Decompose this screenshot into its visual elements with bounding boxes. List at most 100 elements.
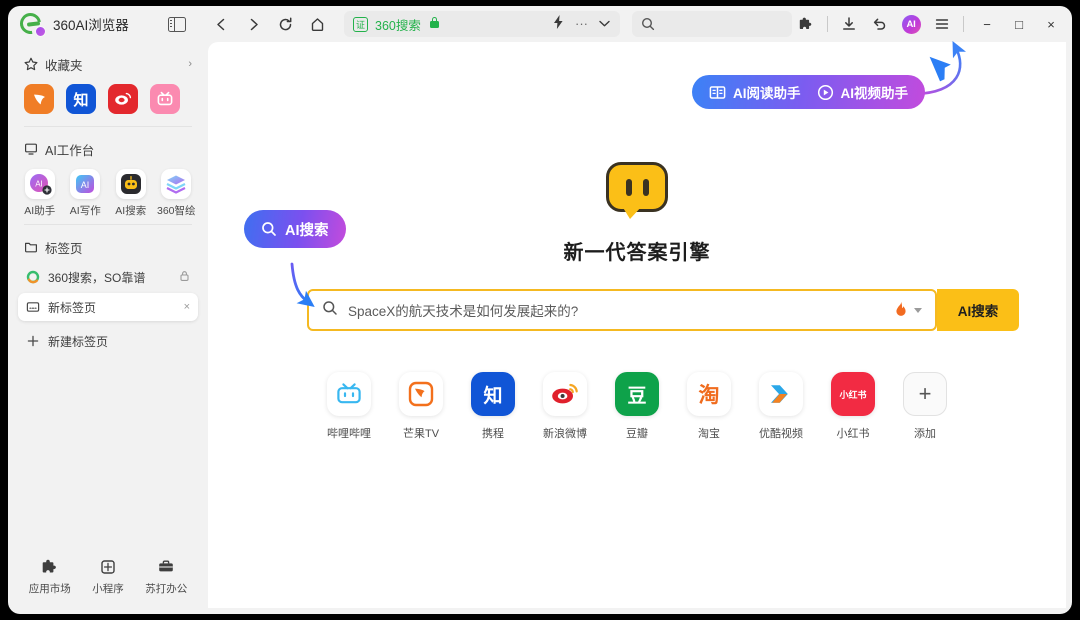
tab-close-icon[interactable]: × — [184, 301, 190, 313]
workbench-item-ai-search[interactable]: AI搜索 — [111, 169, 151, 218]
tab-item-label: 新标签页 — [48, 300, 97, 315]
shortcut-bilibili[interactable]: 哔哩哔哩 — [324, 372, 374, 441]
briefcase-icon — [159, 560, 174, 572]
downloads-icon[interactable] — [835, 10, 863, 38]
sidebar-toggle-icon[interactable] — [168, 16, 186, 32]
workbench-title: AI工作台 — [45, 143, 95, 158]
address-site-label: 360搜索 — [375, 18, 421, 33]
minimize-button[interactable]: − — [972, 10, 1002, 38]
shortcut-youku[interactable]: 优酷视频 — [756, 372, 806, 441]
ai-reading-assistant-label: AI阅读助手 — [733, 86, 801, 101]
chevron-right-icon[interactable]: › — [188, 58, 192, 70]
workbench-row: AI AI助手 AI AI写作 AI搜索 360智绘 — [18, 163, 198, 222]
address-bar[interactable]: 证 360搜索 ··· — [344, 11, 620, 37]
hero-title: 新一代答案引擎 — [563, 242, 711, 264]
chevron-down-icon[interactable] — [598, 15, 611, 33]
tab-item-360-search[interactable]: 360搜索，SO靠谱 — [18, 263, 198, 291]
new-tab-button[interactable]: 新建标签页 — [18, 327, 198, 355]
brand-title: 360AI浏览器 — [53, 18, 129, 33]
mangotv-icon — [399, 372, 443, 416]
plus-icon — [27, 335, 39, 347]
browser-toolbar: 360AI浏览器 证 360搜索 ··· AI − □ × — [8, 6, 1072, 42]
navigation-buttons — [198, 9, 332, 39]
lightning-icon[interactable] — [552, 14, 565, 34]
zhihu-icon: 知 — [471, 372, 515, 416]
toolbar-actions: AI — [792, 10, 972, 38]
tab-item-new-tab[interactable]: 新标签页 × — [18, 293, 198, 321]
home-button[interactable] — [302, 9, 332, 39]
favorite-item-weibo[interactable] — [108, 84, 138, 114]
workbench-item-ai-writing[interactable]: AI AI写作 — [66, 169, 106, 218]
browser-window: 360AI浏览器 证 360搜索 ··· AI − □ × 收藏夹 › 知 AI… — [8, 6, 1072, 614]
extensions-icon[interactable] — [792, 10, 820, 38]
tab-item-label: 360搜索，SO靠谱 — [48, 270, 146, 285]
bottom-item-app-market[interactable]: 应用市场 — [29, 558, 71, 596]
back-button[interactable] — [206, 9, 236, 39]
shortcut-label: 芒果TV — [402, 428, 440, 440]
ai-video-assistant-button[interactable]: AI视频助手 — [817, 82, 908, 102]
search-input-box[interactable]: SpaceX的航天技术是如何发展起来的? — [307, 289, 937, 331]
shortcut-add[interactable]: + 添加 — [900, 372, 950, 441]
puzzle-icon — [42, 559, 56, 573]
hot-icon[interactable] — [894, 301, 908, 320]
menu-icon[interactable] — [928, 10, 956, 38]
browser-logo-icon — [15, 8, 46, 39]
more-options-icon[interactable]: ··· — [575, 17, 588, 30]
shortcut-douban[interactable]: 豆 豆瓣 — [612, 372, 662, 441]
svg-text:AI: AI — [35, 180, 43, 189]
ai-search-callout-label: AI搜索 — [285, 222, 329, 239]
shortcut-weibo[interactable]: 新浪微博 — [540, 372, 590, 441]
favorite-item-bilibili[interactable] — [150, 84, 180, 114]
shortcut-label: 添加 — [914, 428, 936, 440]
shortcut-ctrip[interactable]: 知 携程 — [468, 372, 518, 441]
search-icon — [262, 222, 276, 236]
shortcut-label: 优酷视频 — [759, 428, 803, 440]
svg-text:AI: AI — [81, 180, 90, 190]
ai-writing-icon: AI — [70, 169, 101, 199]
certificate-icon: 证 — [353, 16, 368, 32]
douban-icon: 豆 — [615, 372, 659, 416]
workbench-item-360-draw[interactable]: 360智绘 — [157, 169, 197, 218]
favorites-title: 收藏夹 — [45, 58, 83, 73]
bottom-item-label: 苏打办公 — [145, 583, 188, 595]
workbench-label: AI助手 — [24, 205, 56, 217]
bottom-item-label: 小程序 — [92, 583, 124, 595]
forward-button[interactable] — [238, 9, 268, 39]
bilibili-icon — [327, 372, 371, 416]
bottom-item-soda-office[interactable]: 苏打办公 — [145, 558, 187, 596]
ai-assistants-pill: AI阅读助手 AI视频助手 — [692, 75, 925, 109]
reload-button[interactable] — [270, 9, 300, 39]
search-icon — [322, 300, 338, 321]
ai-badge-button[interactable]: AI — [897, 10, 925, 38]
favorite-item-mangotv[interactable] — [24, 84, 54, 114]
shortcuts-row: 哔哩哔哩 芒果TV 知 携程 新浪微博 豆 豆瓣 淘 淘宝 优酷视频 小红书 小… — [208, 372, 1066, 441]
xiaohongshu-icon: 小红书 — [831, 372, 875, 416]
folder-icon — [25, 242, 37, 253]
ai-draw-icon — [161, 169, 192, 199]
ai-search-button[interactable]: AI搜索 — [937, 289, 1019, 331]
shortcut-mangotv[interactable]: 芒果TV — [396, 372, 446, 441]
ai-search-icon — [115, 169, 146, 199]
plus-icon: + — [903, 372, 947, 416]
workbench-label: 360智绘 — [156, 205, 196, 217]
youku-icon — [759, 372, 803, 416]
shortcut-taobao[interactable]: 淘 淘宝 — [684, 372, 734, 441]
bottom-item-mini-program[interactable]: 小程序 — [92, 558, 124, 596]
shortcut-xiaohongshu[interactable]: 小红书 小红书 — [828, 372, 878, 441]
search-icon — [641, 17, 655, 31]
toolbar-search-input[interactable] — [632, 11, 792, 37]
tabs-title: 标签页 — [45, 241, 83, 256]
ai-search-callout: AI搜索 — [244, 210, 346, 248]
miniprogram-icon — [101, 560, 115, 574]
chevron-down-icon[interactable] — [914, 307, 922, 313]
360-icon — [26, 270, 40, 284]
history-undo-icon[interactable] — [866, 10, 894, 38]
close-button[interactable]: × — [1036, 10, 1066, 38]
ai-reading-assistant-button[interactable]: AI阅读助手 — [709, 82, 801, 102]
favorites-header[interactable]: 收藏夹 › — [18, 50, 198, 78]
new-tab-label: 新建标签页 — [48, 334, 109, 349]
sidebar: 收藏夹 › 知 AI工作台 AI AI助手 AI AI写作 AI搜索 360智绘… — [8, 42, 208, 614]
maximize-button[interactable]: □ — [1004, 10, 1034, 38]
favorite-item-zhihu[interactable]: 知 — [66, 84, 96, 114]
workbench-item-ai-assistant[interactable]: AI AI助手 — [20, 169, 60, 218]
